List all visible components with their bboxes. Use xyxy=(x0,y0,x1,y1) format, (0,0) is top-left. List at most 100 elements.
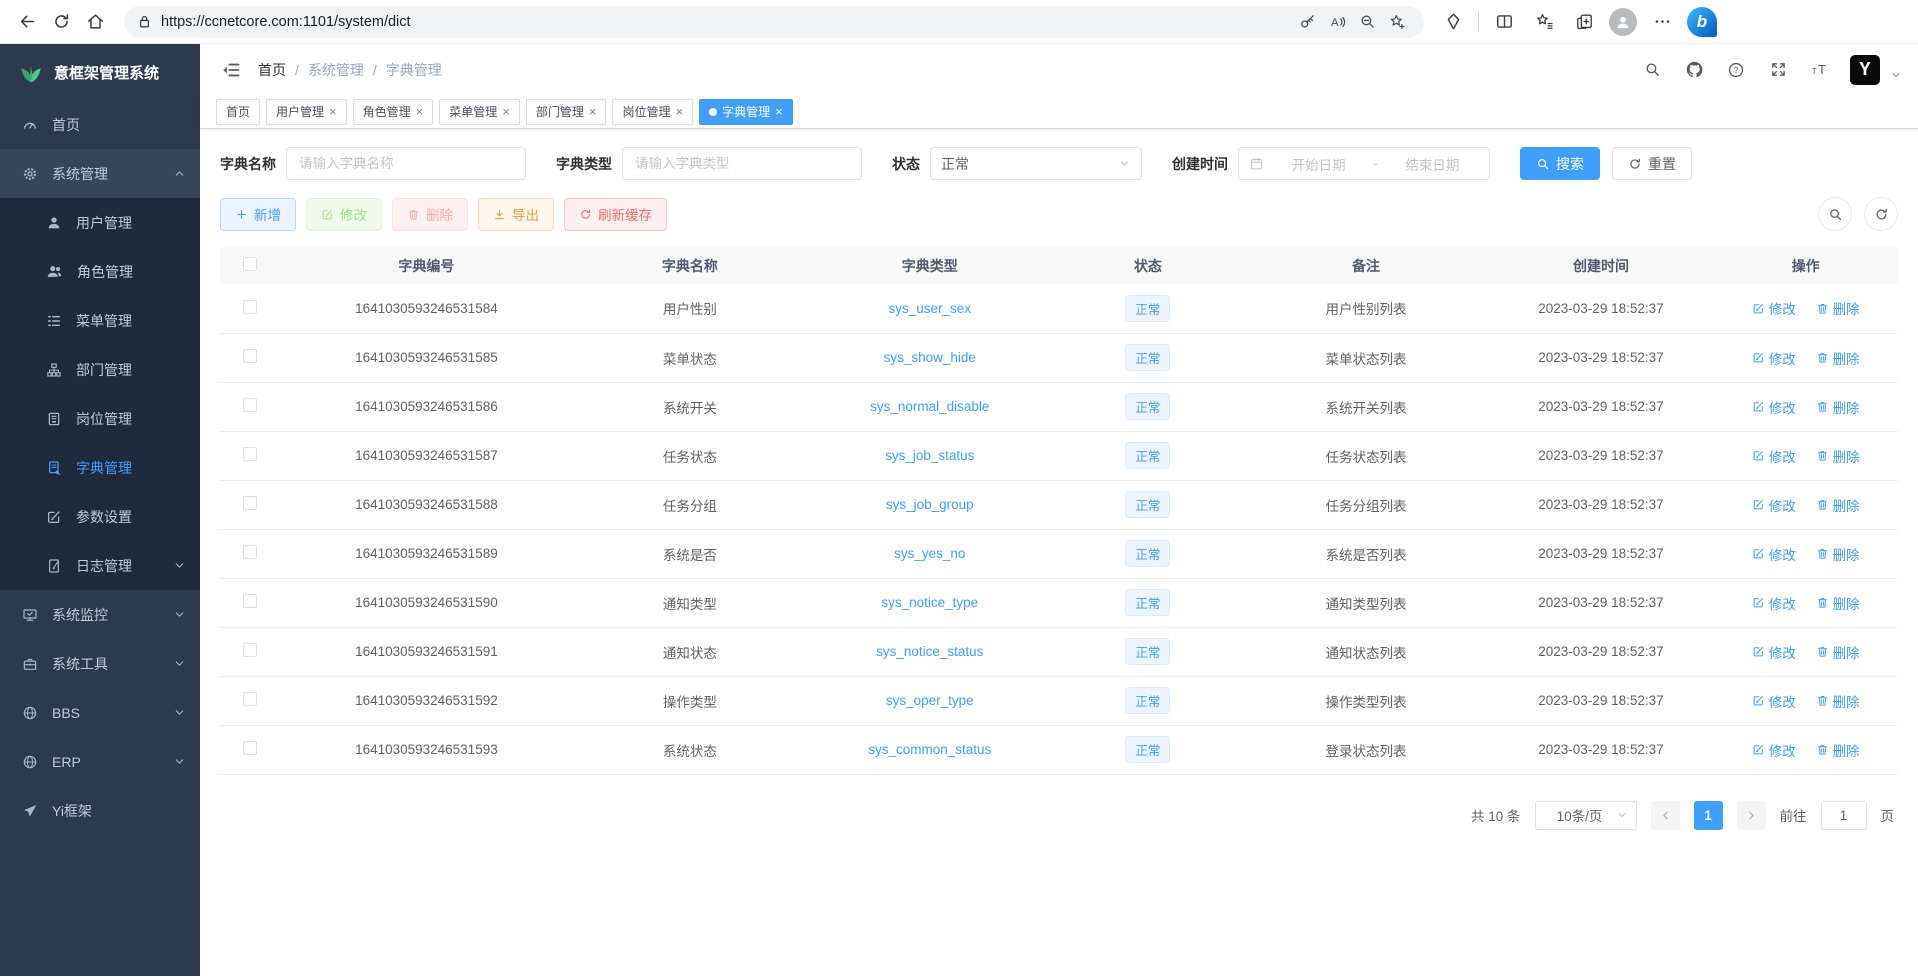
sidebar-item-home[interactable]: 首页 xyxy=(0,100,200,149)
row-delete-link[interactable]: 删除 xyxy=(1816,397,1860,417)
browser-essentials-icon[interactable] xyxy=(1438,7,1468,37)
dict-type-link[interactable]: sys_show_hide xyxy=(884,350,976,365)
row-edit-link[interactable]: 修改 xyxy=(1752,740,1796,760)
sidebar-fold-icon[interactable] xyxy=(216,55,246,85)
browser-home-button[interactable] xyxy=(78,5,112,39)
avatar-caret-icon[interactable] xyxy=(1890,69,1902,81)
date-range-picker[interactable]: 开始日期 - 结束日期 xyxy=(1238,147,1490,180)
tab-close-icon[interactable]: × xyxy=(502,105,510,118)
github-icon[interactable] xyxy=(1682,58,1706,82)
add-favorite-icon[interactable] xyxy=(1382,8,1412,36)
read-aloud-icon[interactable] xyxy=(1322,8,1352,36)
header-search-icon[interactable] xyxy=(1640,58,1664,82)
row-checkbox[interactable] xyxy=(243,643,257,657)
row-checkbox[interactable] xyxy=(243,447,257,461)
status-select[interactable]: 正常 xyxy=(930,147,1142,180)
dict-type-link[interactable]: sys_common_status xyxy=(868,742,991,757)
breadcrumb-home[interactable]: 首页 xyxy=(258,60,286,80)
select-all-checkbox[interactable] xyxy=(243,257,257,271)
font-size-icon[interactable] xyxy=(1808,58,1832,82)
tab-close-icon[interactable]: × xyxy=(589,105,597,118)
row-edit-link[interactable]: 修改 xyxy=(1752,397,1796,417)
page-1-button[interactable]: 1 xyxy=(1694,801,1723,830)
sidebar-item-system-management[interactable]: 系统管理 xyxy=(0,149,200,198)
sidebar-item-system-tools[interactable]: 系统工具 xyxy=(0,639,200,688)
edit-button[interactable]: 修改 xyxy=(306,198,382,231)
sidebar-item-user-management[interactable]: 用户管理 xyxy=(0,198,200,247)
browser-back-button[interactable] xyxy=(10,5,44,39)
dict-name-input[interactable] xyxy=(286,147,526,180)
dict-type-link[interactable]: sys_job_group xyxy=(886,497,974,512)
dict-type-link[interactable]: sys_user_sex xyxy=(889,301,972,316)
tab-post-management[interactable]: 岗位管理 × xyxy=(612,99,693,125)
bing-chat-icon[interactable]: b xyxy=(1687,7,1717,37)
row-delete-link[interactable]: 删除 xyxy=(1816,642,1860,662)
tab-menu-management[interactable]: 菜单管理 × xyxy=(439,99,520,125)
dict-type-link[interactable]: sys_notice_type xyxy=(881,595,978,610)
reset-button[interactable]: 重置 xyxy=(1612,147,1692,180)
tab-close-icon[interactable]: × xyxy=(775,105,783,118)
sidebar-item-log-management[interactable]: 日志管理 xyxy=(0,541,200,590)
dict-type-link[interactable]: sys_oper_type xyxy=(886,693,974,708)
sidebar-item-department-management[interactable]: 部门管理 xyxy=(0,345,200,394)
row-edit-link[interactable]: 修改 xyxy=(1752,691,1796,711)
sidebar-item-yi-framework[interactable]: Yi框架 xyxy=(0,786,200,835)
refresh-cache-button[interactable]: 刷新缓存 xyxy=(564,198,667,231)
sidebar-item-erp[interactable]: ERP xyxy=(0,737,200,786)
row-edit-link[interactable]: 修改 xyxy=(1752,298,1796,318)
row-checkbox[interactable] xyxy=(243,741,257,755)
tab-department-management[interactable]: 部门管理 × xyxy=(526,99,607,125)
sidebar-item-parameter-settings[interactable]: 参数设置 xyxy=(0,492,200,541)
browser-menu-icon[interactable] xyxy=(1647,7,1677,37)
row-edit-link[interactable]: 修改 xyxy=(1752,446,1796,466)
sidebar-item-bbs[interactable]: BBS xyxy=(0,688,200,737)
row-checkbox[interactable] xyxy=(243,496,257,510)
export-button[interactable]: 导出 xyxy=(478,198,554,231)
row-delete-link[interactable]: 删除 xyxy=(1816,593,1860,613)
row-delete-link[interactable]: 删除 xyxy=(1816,348,1860,368)
date-end-placeholder[interactable]: 结束日期 xyxy=(1386,154,1479,174)
row-checkbox[interactable] xyxy=(243,594,257,608)
row-delete-link[interactable]: 删除 xyxy=(1816,446,1860,466)
goto-page-input[interactable] xyxy=(1821,801,1867,830)
breadcrumb-system[interactable]: 系统管理 xyxy=(308,60,364,80)
sidebar-item-system-monitor[interactable]: 系统监控 xyxy=(0,590,200,639)
password-key-icon[interactable] xyxy=(1292,8,1322,36)
search-button[interactable]: 搜索 xyxy=(1520,147,1600,180)
row-delete-link[interactable]: 删除 xyxy=(1816,544,1860,564)
tab-user-management[interactable]: 用户管理 × xyxy=(266,99,347,125)
show-search-toggle-button[interactable] xyxy=(1818,197,1852,231)
row-checkbox[interactable] xyxy=(243,300,257,314)
dict-type-link[interactable]: sys_yes_no xyxy=(894,546,965,561)
date-start-placeholder[interactable]: 开始日期 xyxy=(1272,154,1365,174)
page-size-select[interactable]: 10条/页 xyxy=(1535,801,1637,830)
row-checkbox[interactable] xyxy=(243,545,257,559)
row-delete-link[interactable]: 删除 xyxy=(1816,495,1860,515)
favorites-icon[interactable] xyxy=(1529,7,1559,37)
prev-page-button[interactable] xyxy=(1651,801,1680,830)
sidebar-item-post-management[interactable]: 岗位管理 xyxy=(0,394,200,443)
dict-type-link[interactable]: sys_job_status xyxy=(885,448,974,463)
row-edit-link[interactable]: 修改 xyxy=(1752,642,1796,662)
dict-type-input[interactable] xyxy=(622,147,862,180)
split-screen-icon[interactable] xyxy=(1489,7,1519,37)
app-logo[interactable]: 意框架管理系统 xyxy=(0,44,200,100)
row-edit-link[interactable]: 修改 xyxy=(1752,495,1796,515)
row-edit-link[interactable]: 修改 xyxy=(1752,348,1796,368)
delete-button[interactable]: 删除 xyxy=(392,198,468,231)
tab-home[interactable]: 首页 xyxy=(216,99,260,125)
sidebar-item-dict-management[interactable]: 字典管理 xyxy=(0,443,200,492)
fullscreen-icon[interactable] xyxy=(1766,58,1790,82)
row-checkbox[interactable] xyxy=(243,349,257,363)
row-delete-link[interactable]: 删除 xyxy=(1816,691,1860,711)
tab-dict-management[interactable]: 字典管理 × xyxy=(699,99,793,125)
user-avatar[interactable]: Y xyxy=(1850,55,1880,85)
row-checkbox[interactable] xyxy=(243,692,257,706)
collections-icon[interactable] xyxy=(1569,7,1599,37)
tab-close-icon[interactable]: × xyxy=(329,105,337,118)
dict-type-link[interactable]: sys_notice_status xyxy=(876,644,983,659)
row-delete-link[interactable]: 删除 xyxy=(1816,740,1860,760)
sidebar-item-role-management[interactable]: 角色管理 xyxy=(0,247,200,296)
row-edit-link[interactable]: 修改 xyxy=(1752,544,1796,564)
sidebar-item-menu-management[interactable]: 菜单管理 xyxy=(0,296,200,345)
